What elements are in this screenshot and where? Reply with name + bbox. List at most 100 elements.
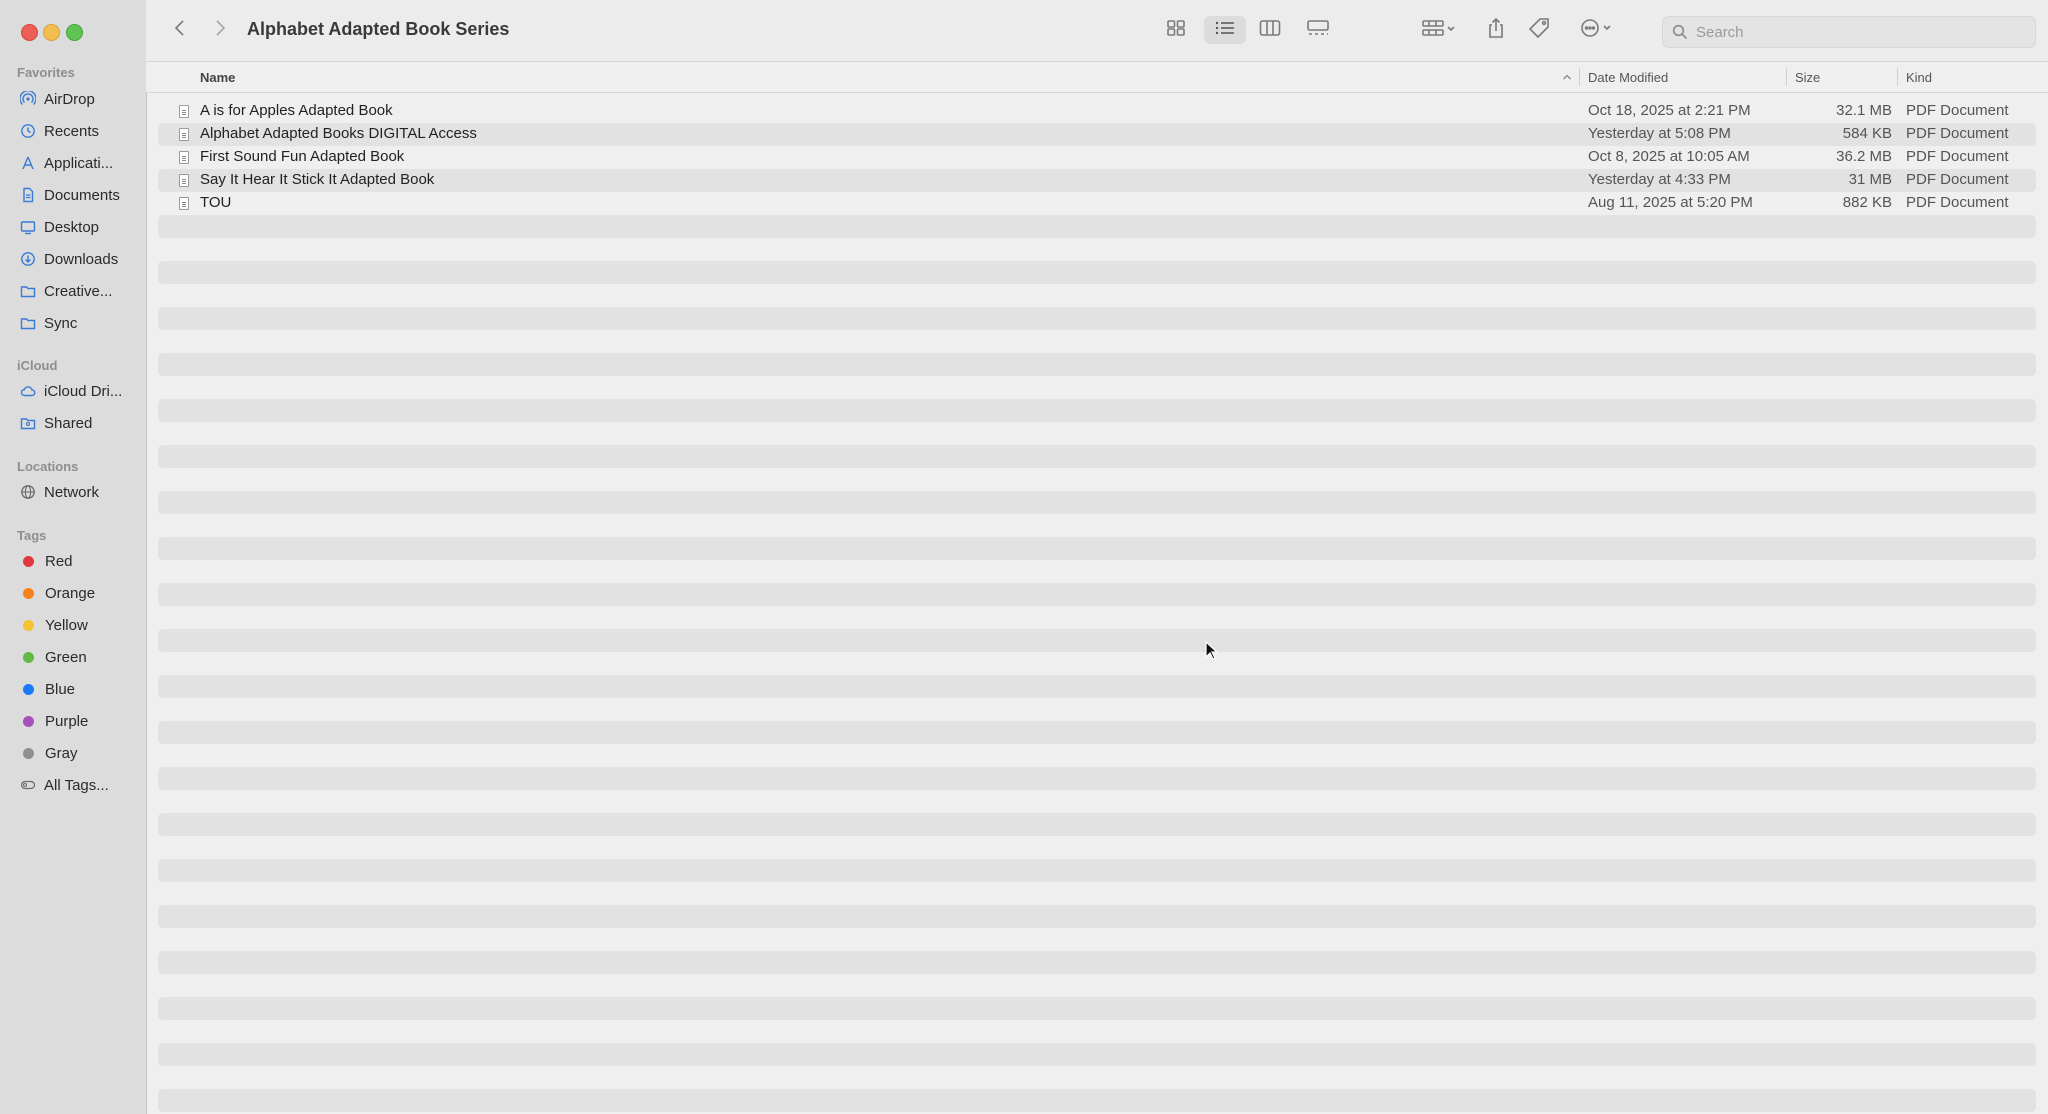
sidebar-item-sync[interactable]: Sync — [20, 311, 140, 335]
file-row[interactable]: A is for Apples Adapted Book Oct 18, 202… — [158, 100, 2036, 123]
sidebar: Favorites AirDrop Recents Applicati... D… — [0, 0, 147, 1114]
forward-button[interactable] — [206, 16, 234, 44]
row-stripe — [158, 1089, 2036, 1112]
folder-icon — [20, 315, 36, 331]
finder-window: Favorites AirDrop Recents Applicati... D… — [0, 0, 2048, 1114]
column-divider[interactable] — [1897, 68, 1898, 86]
list-icon — [1214, 19, 1236, 42]
tag-dot-icon — [23, 555, 34, 567]
sort-chevron-up-icon — [1562, 62, 1572, 92]
column-header-name[interactable]: Name — [200, 62, 235, 92]
row-stripe — [158, 445, 2036, 468]
tag-outline-icon — [20, 777, 36, 793]
row-stripe — [158, 261, 2036, 284]
file-row[interactable]: Say It Hear It Stick It Adapted Book Yes… — [158, 169, 2036, 192]
sidebar-item-label: Purple — [45, 712, 89, 730]
file-kind: PDF Document — [1906, 171, 2009, 188]
sidebar-tag-gray[interactable]: Gray — [20, 741, 140, 765]
sidebar-item-airdrop[interactable]: AirDrop — [20, 87, 140, 111]
column-view-button[interactable] — [1252, 16, 1288, 44]
row-stripe — [158, 859, 2036, 882]
pdf-file-icon — [179, 197, 189, 210]
sidebar-item-applications[interactable]: Applicati... — [20, 151, 140, 175]
cloud-icon — [20, 383, 36, 399]
sidebar-item-label: AirDrop — [44, 90, 95, 108]
file-size: 882 KB — [1842, 194, 1892, 211]
row-stripe — [158, 675, 2036, 698]
row-stripe — [158, 767, 2036, 790]
sidebar-item-label: Creative... — [44, 282, 113, 300]
sidebar-item-documents[interactable]: Documents — [20, 183, 140, 207]
column-header-size[interactable]: Size — [1795, 62, 1820, 92]
sidebar-item-creative[interactable]: Creative... — [20, 279, 140, 303]
sidebar-tag-red[interactable]: Red — [20, 549, 140, 573]
tag-dot-icon — [23, 715, 34, 727]
gallery-icon — [1306, 19, 1330, 42]
icon-view-button[interactable] — [1158, 16, 1194, 44]
chevron-left-icon — [173, 19, 187, 42]
row-stripe — [158, 813, 2036, 836]
file-row[interactable]: Alphabet Adapted Books DIGITAL Access Ye… — [158, 123, 2036, 146]
zoom-window-button[interactable] — [66, 24, 83, 41]
file-row[interactable]: TOU Aug 11, 2025 at 5:20 PM 882 KB PDF D… — [158, 192, 2036, 215]
file-name: First Sound Fun Adapted Book — [200, 148, 405, 165]
list-view-button[interactable] — [1204, 16, 1246, 44]
sidebar-item-label: Recents — [44, 122, 100, 140]
more-actions-button[interactable] — [1576, 16, 1620, 44]
sidebar-tag-purple[interactable]: Purple — [20, 709, 140, 733]
file-kind: PDF Document — [1906, 102, 2009, 119]
sidebar-tag-blue[interactable]: Blue — [20, 677, 140, 701]
file-list[interactable]: A is for Apples Adapted Book Oct 18, 202… — [158, 98, 2036, 1114]
sidebar-tag-yellow[interactable]: Yellow — [20, 613, 140, 637]
sidebar-item-label: Network — [44, 483, 100, 501]
file-size: 31 MB — [1848, 171, 1892, 188]
column-header-kind[interactable]: Kind — [1906, 62, 1932, 92]
sidebar-item-recents[interactable]: Recents — [20, 119, 140, 143]
sidebar-item-downloads[interactable]: Downloads — [20, 247, 140, 271]
back-button[interactable] — [166, 16, 194, 44]
sidebar-item-label: Red — [45, 552, 73, 570]
tag-button[interactable] — [1526, 16, 1554, 44]
pdf-file-icon — [179, 128, 189, 141]
sidebar-item-label: Sync — [44, 314, 78, 332]
file-date: Aug 11, 2025 at 5:20 PM — [1588, 194, 1753, 211]
file-name: TOU — [200, 194, 232, 211]
sidebar-item-label: Shared — [44, 414, 93, 432]
document-icon — [20, 187, 36, 203]
sidebar-item-icloud-drive[interactable]: iCloud Dri... — [20, 379, 140, 403]
search-field[interactable] — [1662, 16, 2036, 48]
pdf-file-icon — [179, 151, 189, 164]
window-title: Alphabet Adapted Book Series — [247, 19, 510, 39]
group-by-button[interactable] — [1416, 16, 1462, 44]
sidebar-item-label: Gray — [45, 744, 78, 762]
minimize-window-button[interactable] — [43, 24, 60, 41]
pdf-file-icon — [179, 174, 189, 187]
column-header-date[interactable]: Date Modified — [1588, 62, 1668, 92]
share-button[interactable] — [1482, 16, 1510, 44]
sidebar-tag-orange[interactable]: Orange — [20, 581, 140, 605]
sidebar-item-shared[interactable]: Shared — [20, 411, 140, 435]
sidebar-tag-green[interactable]: Green — [20, 645, 140, 669]
desktop-icon — [20, 219, 36, 235]
sidebar-item-label: Documents — [44, 186, 120, 204]
tag-dot-icon — [23, 651, 34, 663]
close-window-button[interactable] — [21, 24, 38, 41]
group-grid-icon — [1421, 19, 1457, 42]
file-date: Oct 18, 2025 at 2:21 PM — [1588, 102, 1751, 119]
file-row[interactable]: First Sound Fun Adapted Book Oct 8, 2025… — [158, 146, 2036, 169]
file-size: 36.2 MB — [1836, 148, 1892, 165]
column-divider[interactable] — [1786, 68, 1787, 86]
search-input[interactable] — [1694, 22, 2018, 42]
sidebar-item-network[interactable]: Network — [20, 480, 140, 504]
column-divider[interactable] — [1579, 68, 1580, 86]
gallery-view-button[interactable] — [1298, 16, 1338, 44]
row-stripe — [158, 537, 2036, 560]
sidebar-all-tags[interactable]: All Tags... — [20, 773, 140, 797]
ellipsis-circle-icon — [1580, 18, 1616, 43]
file-kind: PDF Document — [1906, 194, 2009, 211]
file-name: A is for Apples Adapted Book — [200, 102, 393, 119]
download-icon — [20, 251, 36, 267]
row-stripe — [158, 215, 2036, 238]
sidebar-item-desktop[interactable]: Desktop — [20, 215, 140, 239]
sidebar-item-label: Applicati... — [44, 154, 114, 172]
